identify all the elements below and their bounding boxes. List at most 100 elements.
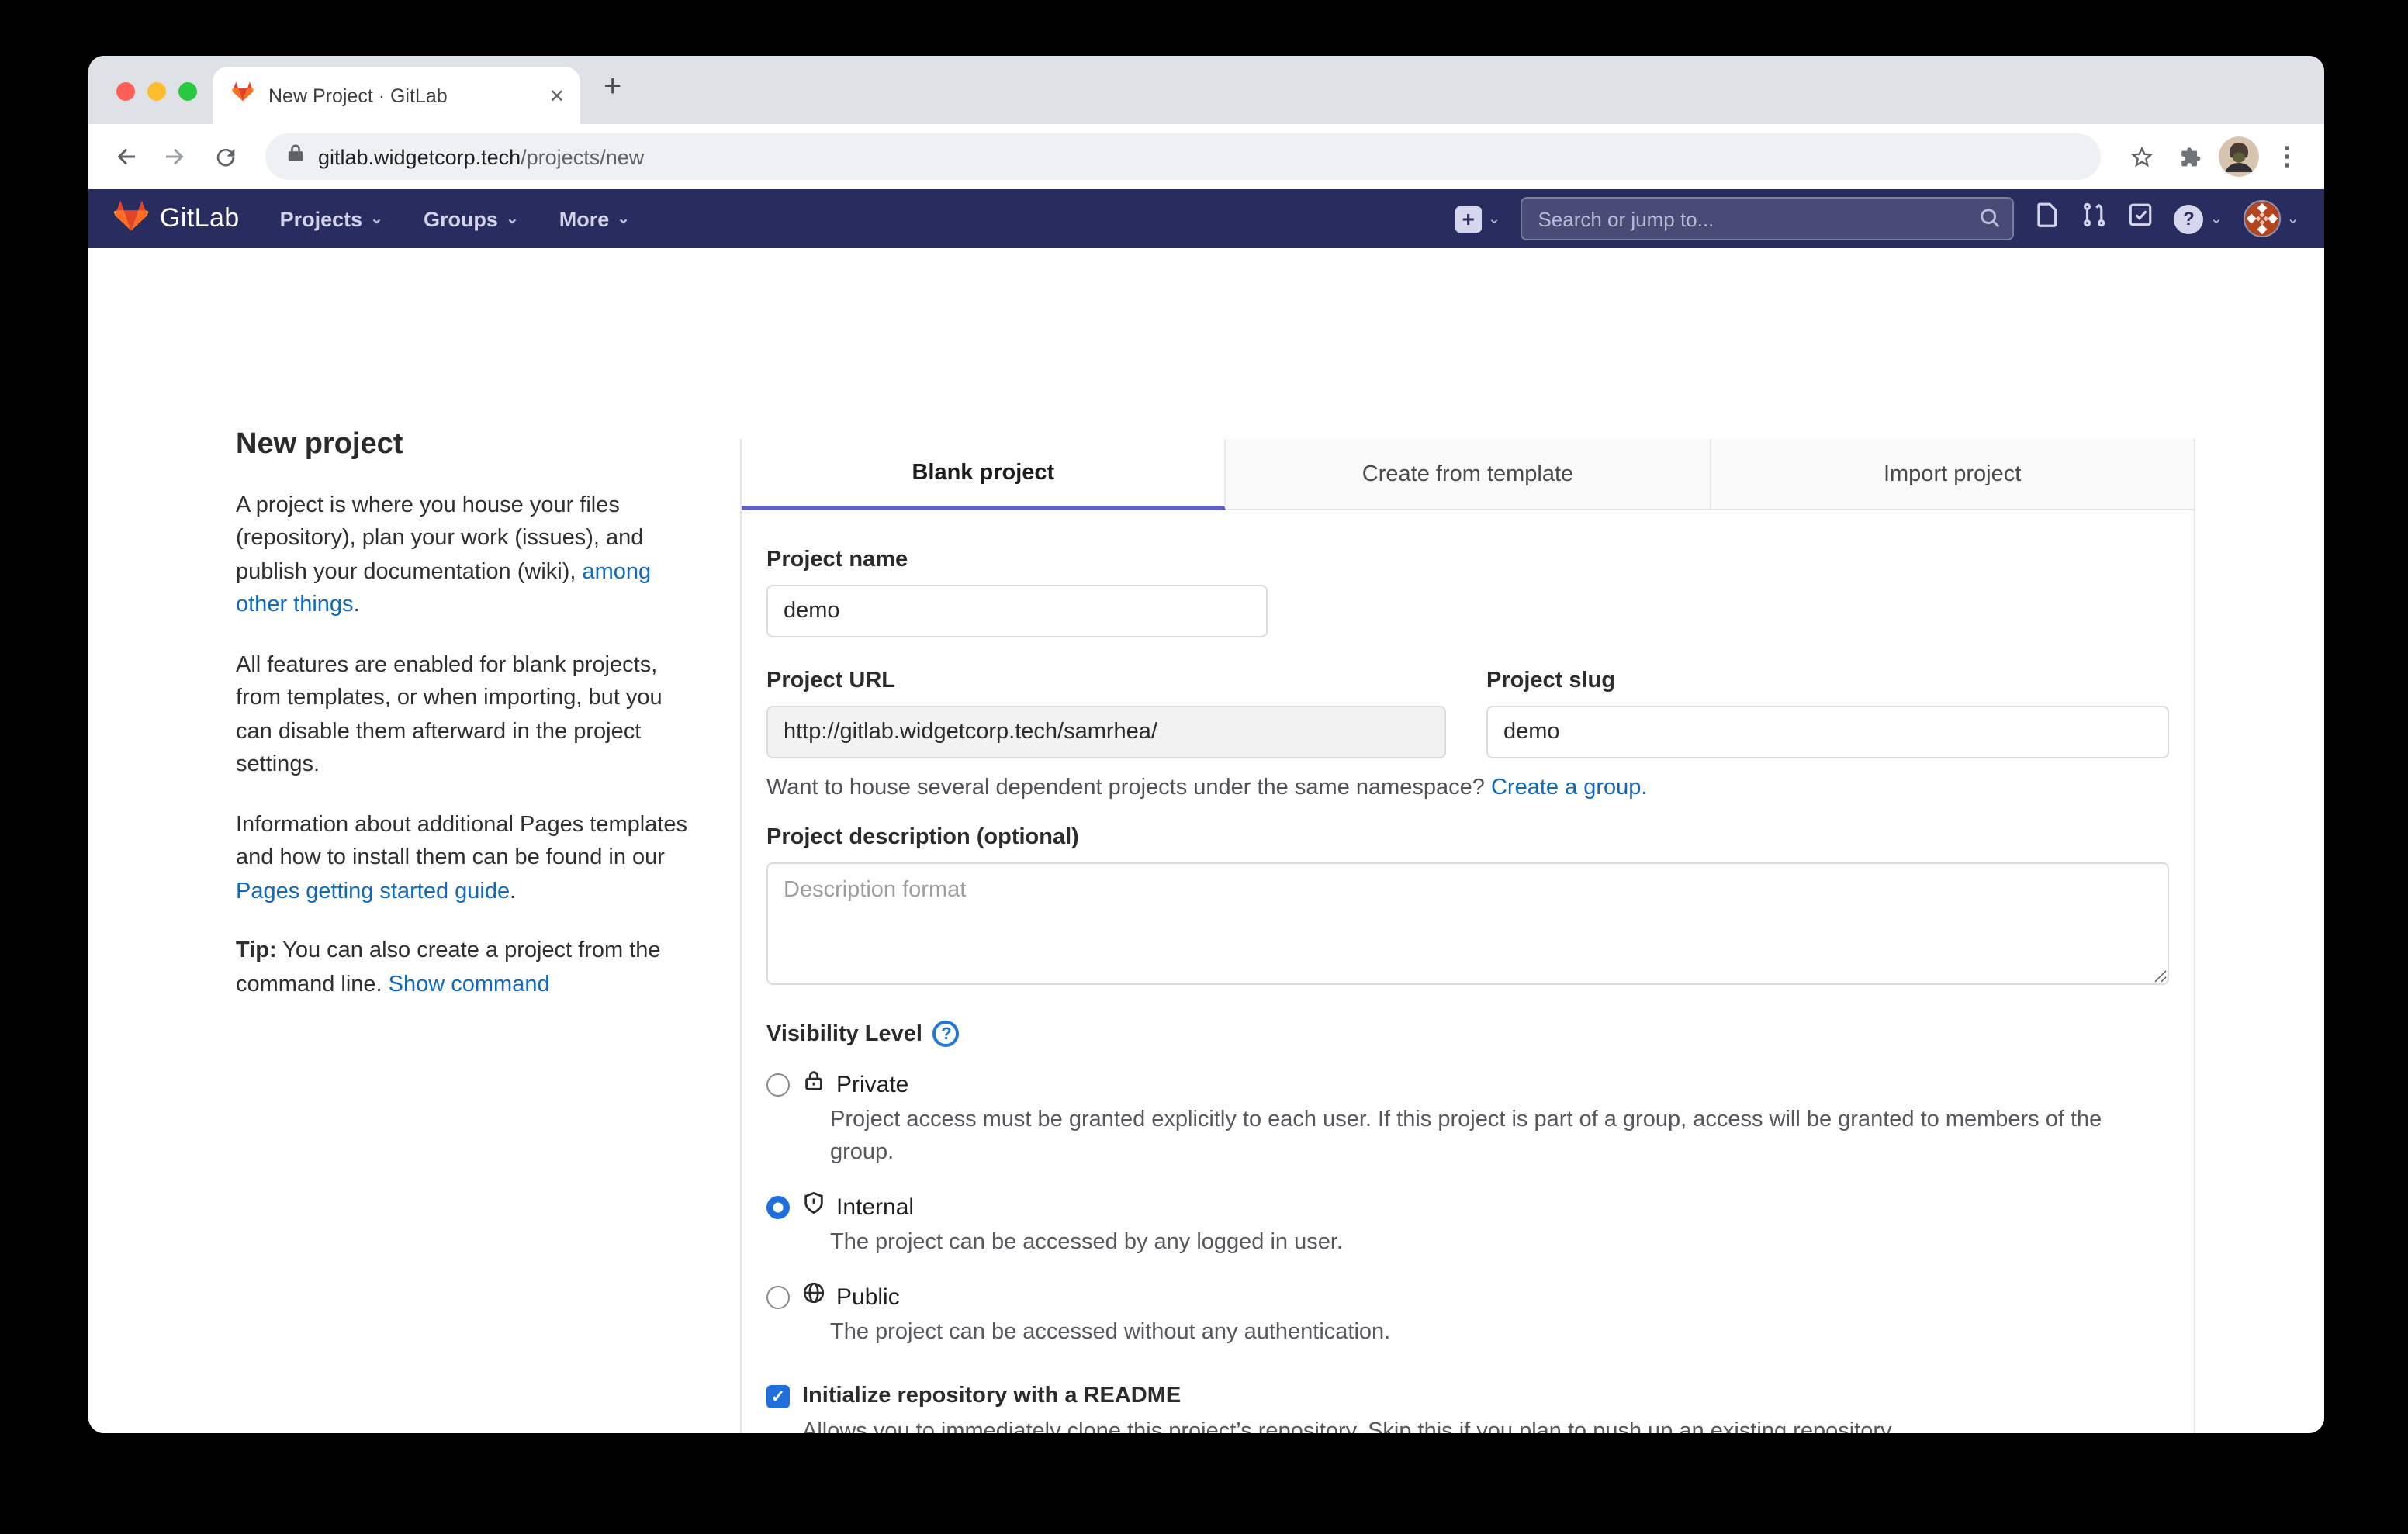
traffic-lights — [116, 82, 197, 101]
chevron-down-icon: ⌄ — [2209, 210, 2223, 227]
project-type-tabs: Blank project Create from template Impor… — [742, 439, 2194, 510]
visibility-header: Visibility Level ? — [766, 1021, 2169, 1047]
search-input[interactable] — [1521, 197, 2014, 240]
chevron-down-icon: ⌄ — [506, 210, 519, 227]
project-url-label: Project URL — [766, 669, 1446, 693]
lock-icon — [802, 1069, 825, 1100]
bookmark-star-icon[interactable] — [2119, 135, 2163, 178]
create-group-link[interactable]: Create a group. — [1491, 776, 1648, 800]
extensions-puzzle-icon[interactable] — [2169, 135, 2213, 178]
public-radio[interactable] — [766, 1285, 790, 1308]
url-slug-row: Project URL Project slug — [766, 669, 2169, 758]
todos-icon[interactable] — [2127, 202, 2154, 236]
visibility-option-internal: Internal The project can be accessed by … — [766, 1191, 2169, 1259]
readme-label[interactable]: Initialize repository with a README — [802, 1384, 1181, 1408]
minimize-window-button[interactable] — [147, 82, 166, 101]
nav-item-projects[interactable]: Projects⌄ — [280, 207, 383, 230]
gitlab-favicon — [231, 81, 254, 110]
sidebar-paragraph: Information about additional Pages templ… — [236, 809, 690, 909]
project-description-label: Project description (optional) — [766, 825, 2169, 850]
chevron-down-icon: ⌄ — [617, 210, 630, 227]
project-url-input[interactable] — [766, 706, 1446, 758]
user-menu-button[interactable]: ⌄ — [2243, 200, 2299, 237]
project-description-textarea[interactable] — [766, 862, 2169, 985]
browser-menu-kebab-icon[interactable]: ⋮ — [2265, 135, 2309, 178]
chevron-down-icon: ⌄ — [2286, 210, 2299, 227]
tab-blank-project[interactable]: Blank project — [742, 439, 1226, 510]
project-name-input[interactable] — [766, 585, 1268, 637]
browser-tab-strip: New Project · GitLab ✕ + — [88, 56, 2324, 124]
gitlab-navbar-right: + ⌄ — [1455, 197, 2299, 240]
user-avatar — [2243, 200, 2280, 237]
internal-option-description: The project can be accessed by any logge… — [830, 1227, 2169, 1259]
visibility-help-icon[interactable]: ? — [933, 1021, 960, 1047]
readme-description: Allows you to immediately clone this pro… — [802, 1419, 2169, 1433]
url-text: gitlab.widgetcorp.tech/projects/new — [318, 145, 644, 168]
screen: New Project · GitLab ✕ + gitlab.widgetco… — [0, 0, 2408, 1534]
close-window-button[interactable] — [116, 82, 135, 101]
nav-item-groups[interactable]: Groups⌄ — [424, 207, 519, 230]
search-icon — [1978, 206, 2001, 237]
maximize-window-button[interactable] — [178, 82, 197, 101]
tip-label: Tip: — [236, 938, 277, 963]
description-group: Project description (optional) — [766, 825, 2169, 993]
back-icon[interactable] — [104, 135, 147, 178]
project-url-group: Project URL — [766, 669, 1446, 758]
project-name-label: Project name — [766, 548, 2169, 572]
public-option-label[interactable]: Public — [836, 1284, 900, 1310]
chevron-down-icon: ⌄ — [1488, 210, 1501, 227]
tab-import-project[interactable]: Import project — [1711, 439, 2194, 510]
tab-title: New Project · GitLab — [268, 85, 535, 106]
url-bar[interactable]: gitlab.widgetcorp.tech/projects/new — [265, 133, 2101, 180]
tab-close-icon[interactable]: ✕ — [549, 85, 565, 106]
merge-request-icon[interactable] — [2081, 202, 2107, 236]
pages-guide-link[interactable]: Pages getting started guide — [236, 879, 510, 903]
page-title: New project — [236, 428, 690, 461]
show-command-link[interactable]: Show command — [389, 972, 550, 997]
readme-checkbox[interactable]: ✓ — [766, 1384, 790, 1408]
help-sidebar: New project A project is where you house… — [236, 428, 690, 1028]
help-icon: ? — [2174, 204, 2203, 233]
nav-item-more[interactable]: More⌄ — [559, 207, 630, 230]
gitlab-logo-icon — [113, 198, 149, 240]
global-search — [1521, 197, 2014, 240]
public-option-description: The project can be accessed without any … — [830, 1317, 2169, 1349]
help-menu-button[interactable]: ? ⌄ — [2174, 204, 2223, 233]
gitlab-brand[interactable]: GitLab — [113, 198, 240, 240]
namespace-hint: Want to house several dependent projects… — [766, 776, 2169, 800]
lock-icon — [287, 143, 304, 171]
url-path: /projects/new — [521, 145, 644, 168]
new-project-panel: Blank project Create from template Impor… — [740, 439, 2195, 1433]
page-content: New project A project is where you house… — [88, 248, 2324, 1433]
private-radio[interactable] — [766, 1073, 790, 1096]
shield-icon — [802, 1191, 825, 1222]
new-menu-button[interactable]: + ⌄ — [1455, 206, 1501, 232]
readme-group: ✓ Initialize repository with a README Al… — [766, 1384, 2169, 1433]
private-option-description: Project access must be granted explicitl… — [830, 1104, 2169, 1170]
internal-option-label[interactable]: Internal — [836, 1194, 914, 1220]
tab-create-from-template[interactable]: Create from template — [1226, 439, 1711, 510]
visibility-option-private: Private Project access must be granted e… — [766, 1069, 2169, 1170]
browser-window: New Project · GitLab ✕ + gitlab.widgetco… — [88, 56, 2324, 1433]
sidebar-paragraph: All features are enabled for blank proje… — [236, 649, 690, 783]
internal-radio[interactable] — [766, 1195, 790, 1218]
browser-toolbar: gitlab.widgetcorp.tech/projects/new ⋮ — [88, 124, 2324, 189]
chevron-down-icon: ⌄ — [370, 210, 383, 227]
url-domain: gitlab.widgetcorp.tech — [318, 145, 521, 168]
blank-project-form: Project name Project URL Project slug Wa… — [742, 510, 2194, 1433]
reload-icon[interactable] — [203, 135, 247, 178]
forward-icon[interactable] — [154, 135, 197, 178]
project-slug-label: Project slug — [1486, 669, 2169, 693]
browser-tab[interactable]: New Project · GitLab ✕ — [213, 67, 580, 124]
gitlab-wordmark: GitLab — [160, 203, 240, 234]
visibility-level-label: Visibility Level — [766, 1021, 922, 1046]
issues-icon[interactable] — [2034, 202, 2060, 236]
plus-icon: + — [1455, 206, 1482, 232]
sidebar-tip: Tip: You can also create a project from … — [236, 935, 690, 1002]
new-tab-button[interactable]: + — [604, 70, 621, 105]
browser-profile-avatar[interactable] — [2219, 136, 2259, 177]
gitlab-nav-links: Projects⌄ Groups⌄ More⌄ — [280, 207, 630, 230]
private-option-label[interactable]: Private — [836, 1071, 908, 1097]
visibility-option-public: Public The project can be accessed witho… — [766, 1281, 2169, 1349]
project-slug-input[interactable] — [1486, 706, 2169, 758]
